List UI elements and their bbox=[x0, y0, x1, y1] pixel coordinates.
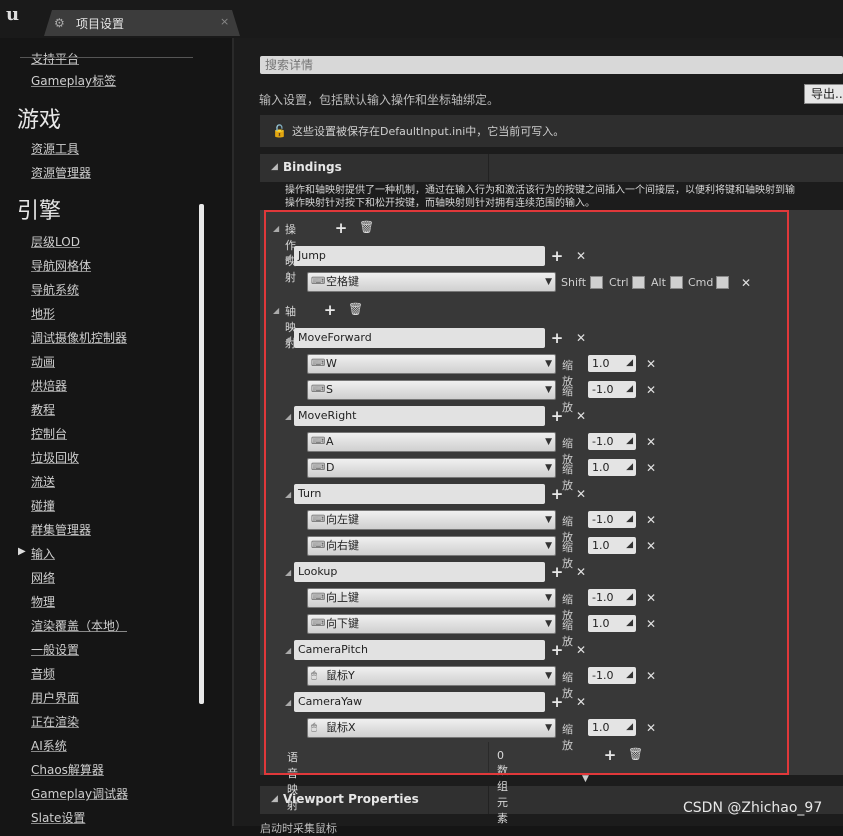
sidebar-item-engine[interactable]: 群集管理器 bbox=[31, 521, 91, 538]
sidebar-item-engine[interactable]: 调试摄像机控制器 bbox=[31, 329, 127, 346]
viewport-title: Viewport Properties bbox=[283, 792, 419, 806]
tab-close-icon[interactable]: × bbox=[220, 15, 229, 28]
config-notice: 🔓 这些设置被保存在DefaultInput.ini中，它当前可写入。 bbox=[260, 115, 843, 147]
expand-arrow-icon[interactable]: ▼ bbox=[582, 774, 589, 784]
bindings-description: 操作和轴映射提供了一种机制，通过在输入行为和激活该行为的按键之间插入一个间接层，… bbox=[285, 184, 843, 210]
sidebar-item-engine[interactable]: 导航网格体 bbox=[31, 257, 91, 274]
sidebar-item-engine[interactable]: 导航系统 bbox=[31, 281, 79, 298]
tab-title: 项目设置 bbox=[76, 17, 125, 31]
sidebar-header-engine: 引擎 bbox=[17, 199, 62, 224]
bindings-description-line1: 操作和轴映射提供了一种机制，通过在输入行为和激活该行为的按键之间插入一个间接层，… bbox=[285, 185, 795, 196]
column-divider bbox=[488, 786, 489, 814]
sidebar-item-engine[interactable]: 烘焙器 bbox=[31, 377, 67, 394]
sidebar-item-platforms[interactable]: 支持平台 bbox=[31, 50, 79, 67]
sidebar-item-engine[interactable]: 教程 bbox=[31, 401, 55, 418]
bindings-description-line2: 操作映射针对按下和松开按键，而轴映射则针对拥有连续范围的输入。 bbox=[285, 198, 595, 209]
sidebar-item-engine[interactable]: 动画 bbox=[31, 353, 55, 370]
sidebar-item-engine[interactable]: Chaos解算器 bbox=[31, 761, 104, 778]
sidebar-item-engine[interactable]: 碰撞 bbox=[31, 497, 55, 514]
bindings-section-header[interactable]: ◢ Bindings bbox=[260, 154, 843, 182]
collapse-arrow-icon: ◢ bbox=[271, 162, 278, 172]
notice-text: 这些设置被保存在DefaultInput.ini中，它当前可写入。 bbox=[292, 125, 565, 138]
sidebar-item-engine[interactable]: Gameplay调试器 bbox=[31, 785, 128, 802]
sidebar-header-game: 游戏 bbox=[17, 108, 62, 133]
sidebar-item-engine[interactable]: AI系统 bbox=[31, 737, 67, 754]
sidebar-item-engine[interactable]: 输入 bbox=[31, 545, 55, 562]
search-details-field[interactable] bbox=[260, 56, 843, 74]
sidebar-item-engine[interactable]: 网络 bbox=[31, 569, 55, 586]
sidebar-item-engine[interactable]: 正在渲染 bbox=[31, 713, 79, 730]
sidebar-item-gameplay-tags[interactable]: Gameplay标签 bbox=[31, 72, 116, 89]
sidebar-divider bbox=[20, 57, 193, 58]
sidebar-item-engine[interactable]: 物理 bbox=[31, 593, 55, 610]
sidebar-item-asset-manager[interactable]: 资源管理器 bbox=[31, 164, 91, 181]
sidebar-item-engine[interactable]: 一般设置 bbox=[31, 641, 79, 658]
unreal-logo-icon: u bbox=[6, 4, 20, 25]
highlight-box bbox=[264, 210, 789, 775]
input-settings-description: 输入设置，包括默认输入操作和坐标轴绑定。 bbox=[259, 93, 500, 107]
export-button[interactable]: 导出... bbox=[804, 84, 843, 104]
sidebar-item-engine[interactable]: 垃圾回收 bbox=[31, 449, 79, 466]
tab-project-settings[interactable]: ⚙ 项目设置 × bbox=[44, 10, 240, 36]
title-bar: u ⚙ 项目设置 × bbox=[0, 0, 843, 38]
sidebar-item-engine[interactable]: 音频 bbox=[31, 665, 55, 682]
bindings-title: Bindings bbox=[283, 160, 342, 174]
selected-arrow-icon: ▶ bbox=[18, 546, 26, 557]
settings-sidebar: 支持平台 Gameplay标签 游戏 资源工具 资源管理器 引擎 层级LOD 导航… bbox=[0, 38, 205, 826]
collapse-arrow-icon: ◢ bbox=[271, 794, 278, 804]
watermark: CSDN @Zhichao_97 bbox=[683, 800, 823, 816]
sidebar-item-engine[interactable]: 地形 bbox=[31, 305, 55, 322]
search-input[interactable] bbox=[260, 56, 843, 74]
column-divider bbox=[488, 154, 489, 182]
lock-icon: 🔓 bbox=[272, 124, 287, 138]
sidebar-scrollbar[interactable] bbox=[199, 204, 204, 704]
viewport-first-row: 启动时采集鼠标 bbox=[260, 822, 337, 835]
sidebar-item-engine[interactable]: 控制台 bbox=[31, 425, 67, 442]
sidebar-item-engine[interactable]: Slate设置 bbox=[31, 809, 85, 826]
sidebar-item-engine[interactable]: 渲染覆盖（本地） bbox=[31, 617, 127, 634]
sidebar-item-engine[interactable]: 层级LOD bbox=[31, 233, 80, 250]
settings-gear-icon: ⚙ bbox=[54, 16, 65, 30]
sidebar-item-engine[interactable]: 流送 bbox=[31, 473, 55, 490]
sidebar-item-asset-tools[interactable]: 资源工具 bbox=[31, 140, 79, 157]
sidebar-item-engine[interactable]: 用户界面 bbox=[31, 689, 79, 706]
